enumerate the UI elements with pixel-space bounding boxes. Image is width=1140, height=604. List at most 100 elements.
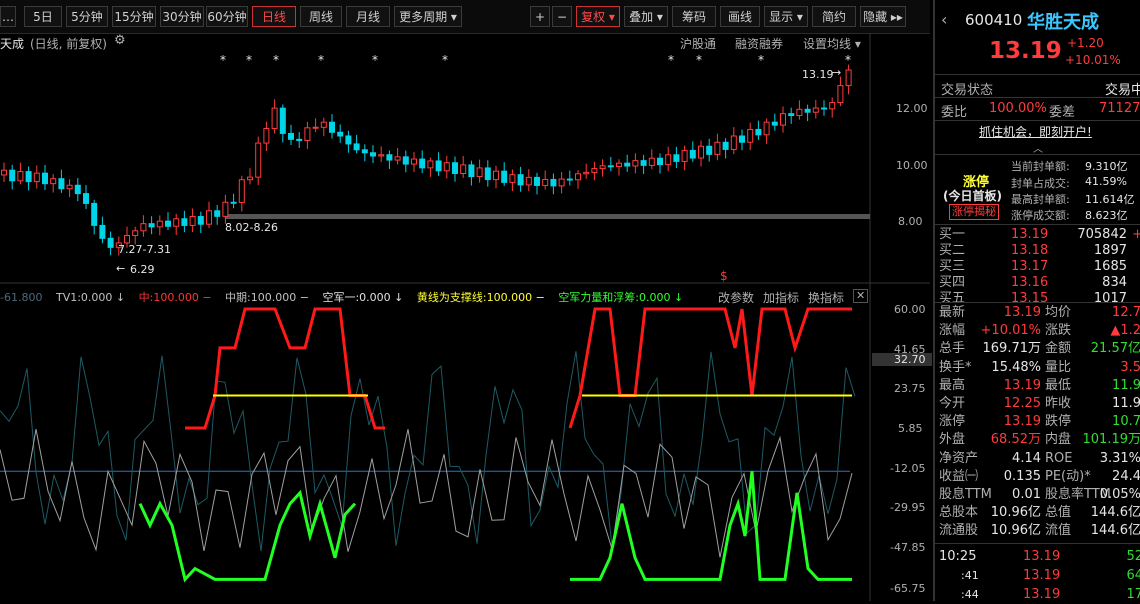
last-price: 13.19 bbox=[989, 38, 1062, 64]
event-marker[interactable]: * bbox=[246, 53, 252, 67]
indicator-axis-tick: -29.95 bbox=[890, 501, 925, 514]
candle-body bbox=[190, 217, 195, 226]
legend-item: TV1:0.000 ↓ bbox=[56, 291, 125, 304]
collapse-chevron-icon[interactable]: ︿ bbox=[1033, 140, 1043, 155]
candle-body bbox=[239, 180, 244, 203]
tick-price: 13.19 bbox=[1023, 548, 1060, 566]
event-marker[interactable]: * bbox=[220, 53, 226, 67]
event-marker[interactable]: * bbox=[372, 53, 378, 67]
candle-body bbox=[428, 161, 433, 168]
stat-label: 流值 bbox=[1045, 522, 1071, 540]
adjust-dropdown[interactable]: 复权 ▾ bbox=[576, 6, 620, 27]
tick-price: 13.19 bbox=[1023, 567, 1060, 585]
stat-label: 昨收 bbox=[1045, 395, 1071, 413]
candle-body bbox=[420, 159, 425, 168]
hk-connect-link[interactable]: 沪股通 bbox=[680, 35, 716, 52]
zoom-in-button[interactable]: + bbox=[530, 6, 550, 27]
period-5min-button[interactable]: 5分钟 bbox=[66, 6, 108, 27]
period-30min-button[interactable]: 30分钟 bbox=[160, 6, 204, 27]
stat-row: 净资产4.14ROE3.31% bbox=[939, 450, 1139, 468]
candle-body bbox=[387, 155, 392, 160]
event-marker[interactable]: * bbox=[845, 53, 851, 67]
margin-trading-link[interactable]: 融资融券 bbox=[735, 35, 783, 52]
legend-item: -61.800 bbox=[0, 291, 42, 304]
stat-label: 涨停 bbox=[939, 413, 965, 431]
event-marker[interactable]: * bbox=[318, 53, 324, 67]
candle-body bbox=[748, 129, 753, 142]
period-monthly-button[interactable]: 月线 bbox=[346, 6, 390, 27]
stat-value: 13.19 bbox=[1004, 377, 1041, 395]
candle-body bbox=[805, 109, 810, 112]
candle-body bbox=[567, 179, 572, 180]
event-marker[interactable]: * bbox=[696, 53, 702, 67]
candle-body bbox=[822, 108, 827, 109]
promo-link[interactable]: 抓住机会，即刻开户! bbox=[979, 123, 1092, 140]
simple-mode-button[interactable]: 简约 bbox=[812, 6, 856, 27]
price-axis-tick: 8.00 bbox=[898, 215, 923, 228]
limit-up-reveal-button[interactable]: 涨停揭秘 bbox=[949, 204, 999, 220]
dollar-marker[interactable]: $ bbox=[720, 269, 728, 283]
tick-volume: 17 bbox=[1126, 586, 1140, 601]
candle-body bbox=[608, 166, 613, 167]
back-arrow-icon[interactable]: ‹ bbox=[941, 10, 947, 29]
period-60min-button[interactable]: 60分钟 bbox=[206, 6, 248, 27]
candle-body bbox=[666, 155, 671, 165]
stock-code: 600410 bbox=[965, 11, 1022, 29]
tick-time: 10:25 bbox=[939, 548, 976, 566]
settings-gear-icon[interactable]: ⚙ bbox=[114, 33, 126, 48]
period-daily-button[interactable]: 日线 bbox=[252, 6, 296, 27]
candle-body bbox=[272, 108, 277, 128]
display-dropdown[interactable]: 显示 ▾ bbox=[764, 6, 808, 27]
legend-item: 黄线为支撑线:100.000 − bbox=[417, 291, 545, 304]
candle-body bbox=[453, 163, 458, 174]
stat-label: 总股本 bbox=[939, 504, 978, 522]
edit-params-link[interactable]: 改参数 bbox=[718, 289, 754, 306]
period-15min-button[interactable]: 15分钟 bbox=[112, 6, 156, 27]
stat-label: 收益㈠ bbox=[939, 468, 978, 486]
hide-panel-button[interactable]: 隐藏 ▸▸ bbox=[860, 6, 906, 27]
swap-indicator-link[interactable]: 换指标 bbox=[808, 289, 844, 306]
stat-value: 4.14 bbox=[1012, 450, 1041, 468]
event-marker[interactable]: * bbox=[758, 53, 764, 67]
add-indicator-link[interactable]: 加指标 bbox=[763, 289, 799, 306]
range-label: 7.27-7.31 bbox=[118, 243, 171, 256]
event-marker[interactable]: * bbox=[442, 53, 448, 67]
status-value: 交易中 bbox=[1105, 79, 1140, 98]
candle-body bbox=[141, 224, 146, 231]
toolbar-overflow[interactable]: … bbox=[0, 6, 16, 27]
candle-body bbox=[371, 153, 376, 156]
chips-button[interactable]: 筹码 bbox=[672, 6, 716, 27]
close-icon[interactable]: ✕ bbox=[853, 289, 868, 303]
tick-volume: 64 bbox=[1126, 567, 1140, 585]
stat-value: 11.9 bbox=[1112, 377, 1140, 395]
event-marker[interactable]: * bbox=[668, 53, 674, 67]
stat-label: 涨跌 bbox=[1045, 322, 1071, 340]
limit-stat-label: 当前封单额: bbox=[1011, 158, 1070, 174]
indicator-axis-tick: -12.05 bbox=[890, 462, 925, 475]
candle-body bbox=[551, 179, 556, 185]
candle-body bbox=[412, 159, 417, 164]
candle-body bbox=[731, 136, 736, 149]
period-5day-button[interactable]: 5日 bbox=[24, 6, 62, 27]
chart-subtitle: (日线, 前复权) bbox=[30, 35, 107, 52]
stat-row: 股息TTM0.01股息率TTM0.05% bbox=[939, 486, 1139, 504]
overlay-dropdown[interactable]: 叠加 ▾ bbox=[624, 6, 668, 27]
chart-canvas[interactable] bbox=[0, 33, 930, 601]
event-marker[interactable]: * bbox=[273, 53, 279, 67]
candle-body bbox=[362, 150, 367, 153]
candle-body bbox=[600, 166, 605, 169]
period-weekly-button[interactable]: 周线 bbox=[300, 6, 342, 27]
chart-area[interactable]: 天成 (日线, 前复权) ⚙ 沪股通 融资融券 设置均线 ▾ * * * * *… bbox=[0, 33, 930, 601]
more-periods-dropdown[interactable]: 更多周期 ▾ bbox=[394, 6, 462, 27]
stat-label: 股息TTM bbox=[939, 486, 992, 504]
stat-label: 金额 bbox=[1045, 340, 1071, 358]
candle-body bbox=[75, 185, 80, 193]
candle-body bbox=[133, 231, 138, 236]
draw-line-button[interactable]: 画线 bbox=[720, 6, 760, 27]
candle-body bbox=[576, 174, 581, 180]
candle-body bbox=[740, 136, 745, 142]
ma-settings-link[interactable]: 设置均线 ▾ bbox=[803, 35, 861, 52]
candle-body bbox=[592, 169, 597, 173]
price-change-pct: +10.01% bbox=[1065, 53, 1121, 67]
zoom-out-button[interactable]: − bbox=[552, 6, 572, 27]
